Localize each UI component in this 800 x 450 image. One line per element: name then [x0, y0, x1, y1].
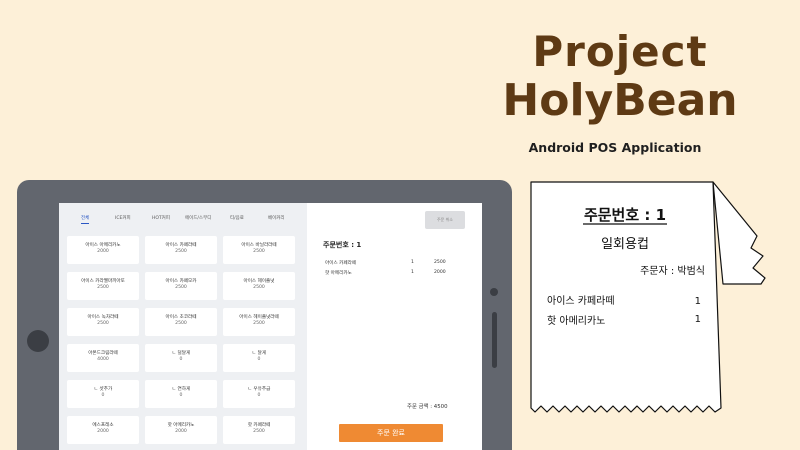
menu-item-price: 2500: [253, 321, 265, 326]
menu-item-price: 0: [179, 393, 183, 398]
receipt-line-name: 핫 아메리카노: [547, 315, 605, 327]
category-tabs: 전체 ICE커피 HOT커피 에이드/스무디 티/음료 베이커리: [59, 215, 307, 231]
receipt: 주문번호 : 1 일회용컵 주문자 : 박범식 아이스 카페라떼 1 핫 아메리…: [525, 176, 795, 426]
tab-ade-smoothie[interactable]: 에이드/스무디: [185, 215, 211, 221]
menu-item-price: 2500: [253, 429, 265, 434]
menu-item-price: 2500: [253, 249, 265, 254]
order-panel: 주문 취소 주문번호 : 1 아이스 카페라떼 1 2500 핫 아메리카노 1…: [307, 203, 482, 450]
receipt-cup-type: 일회용컵: [601, 237, 649, 252]
menu-item-price: 0: [257, 357, 261, 362]
menu-item[interactable]: 아이스 녹차라떼 2500: [67, 308, 139, 336]
menu-item-price: 4000: [97, 357, 109, 362]
menu-item-price: 2000: [97, 249, 109, 254]
receipt-paper: 주문번호 : 1 일회용컵 주문자 : 박범식 아이스 카페라떼 1 핫 아메리…: [530, 181, 766, 413]
menu-item[interactable]: ㄴ 덜달게 0: [145, 344, 217, 372]
order-line-qty: 1: [411, 260, 414, 265]
complete-order-button[interactable]: 주문 완료: [339, 424, 443, 442]
brand-title: Project HolyBean Android POS Application: [470, 27, 770, 156]
receipt-orderer: 주문자 : 박범식: [640, 265, 705, 277]
menu-item-price: 2500: [175, 285, 187, 290]
menu-item[interactable]: 아이스 카페모카 2500: [145, 272, 217, 300]
order-number: 주문번호 : 1: [323, 241, 362, 249]
order-line-qty: 1: [411, 270, 414, 275]
cancel-order-button[interactable]: 주문 취소: [425, 211, 465, 229]
tab-tea-drink[interactable]: 티/음료: [230, 215, 244, 221]
receipt-fold: [712, 181, 766, 285]
menu-item[interactable]: ㄴ 샷추가 0: [67, 380, 139, 408]
menu-item-price: 0: [257, 393, 261, 398]
menu-item-price: 2500: [97, 321, 109, 326]
order-line-price: 2500: [434, 260, 446, 265]
receipt-order-number: 주문번호 : 1: [584, 206, 666, 224]
menu-item[interactable]: 아이스 헤이즐넛 2500: [223, 272, 295, 300]
receipt-line-qty: 1: [695, 296, 701, 307]
menu-item[interactable]: 아몬드크림라떼 4000: [67, 344, 139, 372]
order-line-price: 2000: [434, 270, 446, 275]
menu-item[interactable]: 아이스 초코라떼 2500: [145, 308, 217, 336]
menu-item-price: 0: [101, 393, 105, 398]
menu-item[interactable]: 에스프레소 2000: [67, 416, 139, 444]
brand-line-holybean: HolyBean: [502, 75, 738, 126]
tab-hot-coffee[interactable]: HOT커피: [152, 215, 170, 221]
tablet-side-rail: [492, 312, 497, 368]
order-total: 주문 금액 : 4500: [407, 404, 448, 410]
tab-bakery[interactable]: 베이커리: [268, 215, 285, 221]
menu-item-price: 2500: [175, 321, 187, 326]
tablet-device: 전체 ICE커피 HOT커피 에이드/스무디 티/음료 베이커리 아이스 아메리…: [17, 180, 512, 450]
order-line-name: 아이스 카페라떼: [325, 261, 357, 266]
tablet-camera: [490, 288, 498, 296]
menu-item-price: 2000: [97, 429, 109, 434]
tab-ice-coffee[interactable]: ICE커피: [115, 215, 131, 221]
receipt-line-name: 아이스 카페라떼: [547, 295, 615, 307]
brand-subtitle: Android POS Application: [528, 140, 702, 155]
brand-line-project: Project: [532, 27, 708, 76]
menu-item-price: 0: [179, 357, 183, 362]
menu-item-price: 2500: [253, 285, 265, 290]
menu-item[interactable]: ㄴ 달게 0: [223, 344, 295, 372]
menu-item[interactable]: ㄴ 연하게 0: [145, 380, 217, 408]
pos-screen: 전체 ICE커피 HOT커피 에이드/스무디 티/음료 베이커리 아이스 아메리…: [59, 203, 482, 450]
tab-all[interactable]: 전체: [81, 215, 90, 224]
menu-item[interactable]: 핫 아메리카노 2000: [145, 416, 217, 444]
menu-item-price: 2500: [97, 285, 109, 290]
menu-panel: 전체 ICE커피 HOT커피 에이드/스무디 티/음료 베이커리 아이스 아메리…: [59, 203, 307, 450]
order-line-name: 핫 아메리카노: [325, 271, 352, 276]
menu-item[interactable]: 아이스 아메리카노 2000: [67, 236, 139, 264]
menu-item[interactable]: 아이스 카페라떼 2500: [145, 236, 217, 264]
receipt-line-qty: 1: [695, 314, 701, 325]
menu-item-price: 2500: [175, 249, 187, 254]
menu-item[interactable]: 아이스 카라멜마끼아또 2500: [67, 272, 139, 300]
menu-item[interactable]: ㄴ 우유추급 0: [223, 380, 295, 408]
menu-item[interactable]: 아이스 헤이즐넛라떼 2500: [223, 308, 295, 336]
menu-item-price: 2000: [175, 429, 187, 434]
menu-item[interactable]: 핫 카페라떼 2500: [223, 416, 295, 444]
menu-item[interactable]: 아이스 바닐라라떼 2500: [223, 236, 295, 264]
tablet-home-button: [27, 330, 49, 352]
